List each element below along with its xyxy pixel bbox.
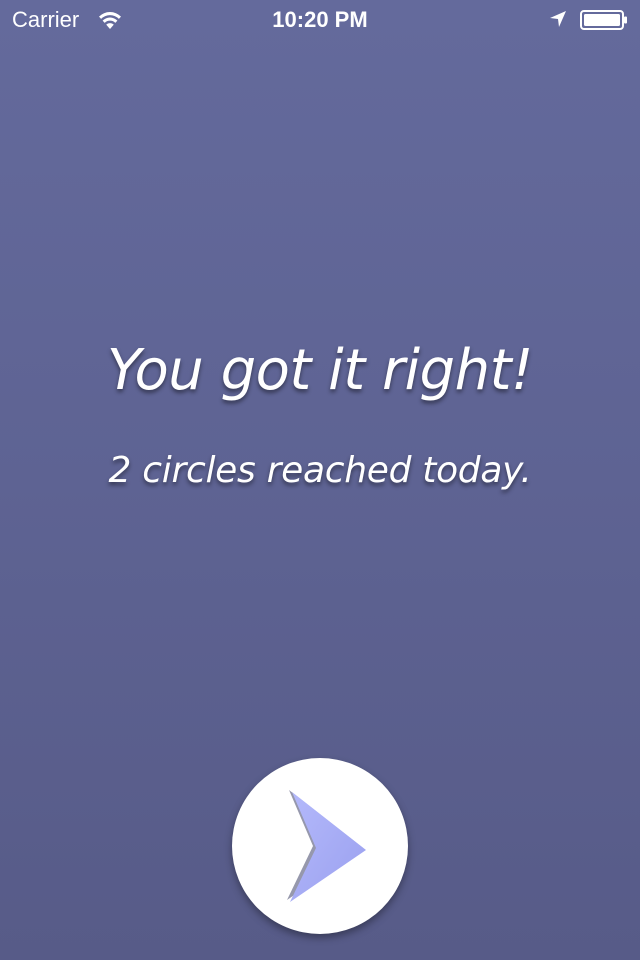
next-button[interactable] — [232, 758, 408, 934]
result-headline: You got it right! — [106, 338, 534, 403]
battery-icon — [580, 10, 628, 30]
clock-time: 10:20 PM — [272, 7, 368, 32]
status-bar: Carrier 10:20 PM — [0, 0, 640, 40]
circles-count-text: 2 circles reached today. — [108, 450, 532, 491]
chevron-right-icon — [287, 790, 366, 902]
location-arrow-icon — [549, 10, 567, 28]
